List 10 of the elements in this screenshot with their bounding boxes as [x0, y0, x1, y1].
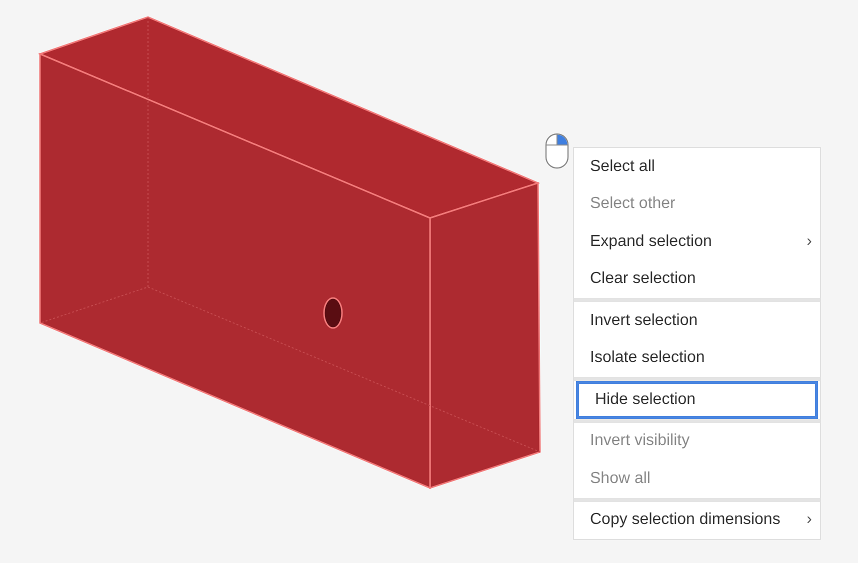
- menu-item[interactable]: Isolate selection: [574, 340, 820, 377]
- menu-item[interactable]: Hide selection: [576, 381, 818, 418]
- menu-item[interactable]: Expand selection ›: [574, 223, 820, 260]
- menu-item[interactable]: Clear selection: [574, 260, 820, 298]
- menu-item[interactable]: Copy selection dimensions ›: [574, 502, 820, 539]
- menu-item[interactable]: Invert selection: [574, 302, 820, 340]
- mouse-icon: [545, 133, 569, 169]
- menu-item[interactable]: Select all: [574, 148, 820, 186]
- chevron-icon: ›: [806, 508, 812, 532]
- chevron-icon: ›: [806, 230, 812, 254]
